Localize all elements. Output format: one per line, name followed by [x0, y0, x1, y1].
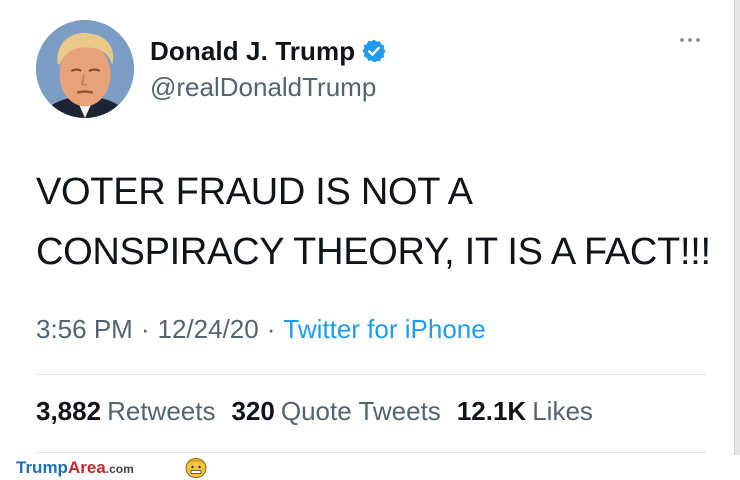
tweet-time[interactable]: 3:56 PM [36, 314, 133, 345]
tweet-source-link[interactable]: Twitter for iPhone [283, 314, 485, 345]
quotes-count: 320 [231, 396, 275, 426]
watermark-part-1: Trump [16, 458, 68, 477]
display-name[interactable]: Donald J. Trump [150, 36, 355, 67]
quote-tweets-stat[interactable]: 320 Quote Tweets [231, 396, 440, 427]
dot [688, 38, 692, 42]
likes-label: Likes [532, 396, 593, 426]
watermark-logo: TrumpArea.com [16, 458, 134, 478]
likes-count: 12.1K [456, 396, 527, 426]
retweets-count: 3,882 [36, 396, 102, 426]
tweet-card: Donald J. Trump @realDonaldTrump VOTER F… [0, 0, 740, 455]
tweet-stats: 3,882 Retweets 320 Quote Tweets 12.1K Likes [36, 396, 609, 427]
user-handle[interactable]: @realDonaldTrump [150, 72, 376, 103]
watermark-part-2: Area [67, 458, 106, 477]
verified-badge-icon [361, 38, 387, 64]
quotes-label: Quote Tweets [280, 396, 441, 426]
tweet-text-line-2: CONSPIRACY THEORY, IT IS A FACT!!! [36, 231, 711, 273]
tweet-meta: 3:56 PM · 12/24/20 · Twitter for iPhone [36, 314, 486, 345]
retweets-label: Retweets [107, 396, 216, 426]
divider [36, 374, 706, 375]
name-row: Donald J. Trump [150, 34, 387, 68]
dot [680, 38, 684, 42]
avatar-image [36, 20, 134, 118]
watermark-face-icon [184, 456, 208, 478]
scrollbar-edge [734, 0, 740, 455]
meta-separator: · [140, 314, 150, 344]
meta-separator: · [266, 314, 276, 344]
divider [36, 452, 706, 453]
retweets-stat[interactable]: 3,882 Retweets [36, 396, 215, 427]
likes-stat[interactable]: 12.1K Likes [457, 396, 593, 427]
more-options-icon[interactable] [680, 38, 700, 42]
watermark-part-3: .com [105, 462, 134, 476]
tweet-date[interactable]: 12/24/20 [158, 314, 259, 345]
tweet-text: VOTER FRAUD IS NOT A CONSPIRACY THEORY, … [36, 162, 716, 282]
avatar[interactable] [36, 20, 134, 118]
dot [696, 38, 700, 42]
tweet-text-line-1: VOTER FRAUD IS NOT A [36, 171, 473, 213]
